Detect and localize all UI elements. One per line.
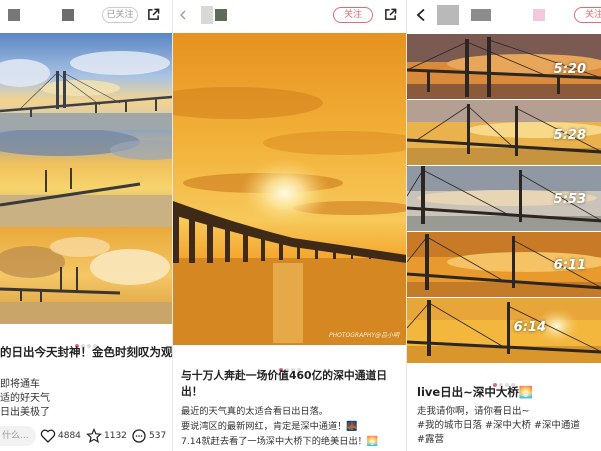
- like-count: 4884: [58, 431, 81, 441]
- photo-time-2[interactable]: 5:28: [407, 100, 601, 165]
- comment-icon: [132, 429, 146, 443]
- time-label: 6:14: [513, 320, 546, 335]
- photo-time-5[interactable]: 6:14: [407, 298, 601, 363]
- follow-button[interactable]: 关注: [574, 7, 601, 23]
- post-body-line: 最近的天气真的太适合看日出日落。: [181, 406, 328, 417]
- post-body-line: 即将通车: [0, 379, 40, 390]
- comment-count: 537: [149, 431, 167, 441]
- photo-bridge-clouds[interactable]: [0, 227, 172, 324]
- photo-sunrise-bridge[interactable]: PHOTOGRAPHY@吕小明: [173, 33, 406, 345]
- post-body-line: 适的好天气: [0, 393, 50, 404]
- post-panel-right: 关注 5:20 5:28: [406, 0, 601, 451]
- comment-input[interactable]: 什么...: [0, 426, 36, 446]
- photo-watermark: PHOTOGRAPHY@吕小明: [329, 332, 399, 339]
- time-label: 5:20: [553, 62, 586, 77]
- back-icon[interactable]: [179, 10, 187, 20]
- post-panel-left: 已关注 的日出今天封神！金色时刻叹为观 即将通车 适的好天气 日出美极了 什么.…: [0, 0, 172, 451]
- image-pagination: [407, 372, 601, 387]
- post-header: 已关注: [0, 0, 172, 30]
- hashtag-line[interactable]: #露营: [417, 433, 580, 447]
- image-pagination: [173, 357, 406, 372]
- post-body: 走我请你啊，请你看日出~ #我的城市日落 #深中大桥 #深中通道 #露营: [417, 405, 580, 447]
- hashtag-line[interactable]: #我的城市日落 #深中大桥 #深中通道: [417, 419, 580, 433]
- post-title: 的日出今天封神！金色时刻叹为观: [0, 345, 172, 359]
- post-body-line: 要说湾区的最新网红，肯定是深中通道！🌉: [181, 421, 358, 432]
- author-name-placeholder[interactable]: [471, 9, 491, 21]
- engagement-bar: 什么... 4884 1132 537: [0, 421, 172, 451]
- photo-time-1[interactable]: 5:20: [407, 34, 601, 99]
- share-icon[interactable]: [384, 8, 397, 21]
- time-label: 5:28: [553, 128, 586, 143]
- post-title: live日出~深中大桥🌅: [417, 385, 534, 399]
- author-name-placeholder[interactable]: [215, 9, 227, 21]
- post-body-line: 走我请你啊，请你看日出~: [417, 406, 530, 417]
- post-header: 关注: [173, 0, 406, 30]
- post-body-line: 日出美极了: [0, 407, 50, 418]
- photo-time-3[interactable]: 5:53: [407, 166, 601, 231]
- post-title-line: 与十万人奔赴一场价值460亿的深中通道日: [181, 369, 388, 382]
- post-body: 最近的天气真的太适合看日出日落。 要说湾区的最新网红，肯定是深中通道！🌉 7.1…: [181, 404, 378, 449]
- favorite-count: 1132: [104, 431, 127, 441]
- avatar[interactable]: [201, 6, 213, 24]
- photo-bridge-golden[interactable]: [0, 130, 172, 227]
- post-body: 即将通车 适的好天气 日出美极了: [0, 378, 50, 420]
- time-label: 6:11: [553, 258, 586, 273]
- image-pagination: [0, 333, 172, 348]
- author-name-placeholder[interactable]: [62, 9, 74, 21]
- post-panel-middle: 关注 PHOTOGRAPHY@吕小明 与十万人奔赴一场价值460亿的深中通道日 …: [172, 0, 406, 451]
- post-header: 关注: [407, 0, 601, 30]
- back-icon[interactable]: [415, 8, 427, 22]
- heart-icon: [40, 429, 56, 443]
- followed-button[interactable]: 已关注: [102, 7, 138, 23]
- author-badge: [533, 9, 545, 21]
- share-icon[interactable]: [147, 8, 160, 21]
- photo-time-4[interactable]: 6:11: [407, 232, 601, 297]
- star-icon: [86, 428, 102, 444]
- time-label: 5:53: [553, 192, 586, 207]
- post-title-line: 出！: [181, 385, 203, 398]
- post-title: 与十万人奔赴一场价值460亿的深中通道日 出！: [181, 368, 405, 400]
- post-body-line: 7.14就赶去看了一场深中大桥下的绝美日出！🌅: [181, 436, 379, 447]
- follow-button[interactable]: 关注: [333, 7, 373, 23]
- avatar[interactable]: [437, 5, 459, 25]
- avatar[interactable]: [8, 9, 20, 21]
- photo-bridge-morning[interactable]: [0, 33, 172, 130]
